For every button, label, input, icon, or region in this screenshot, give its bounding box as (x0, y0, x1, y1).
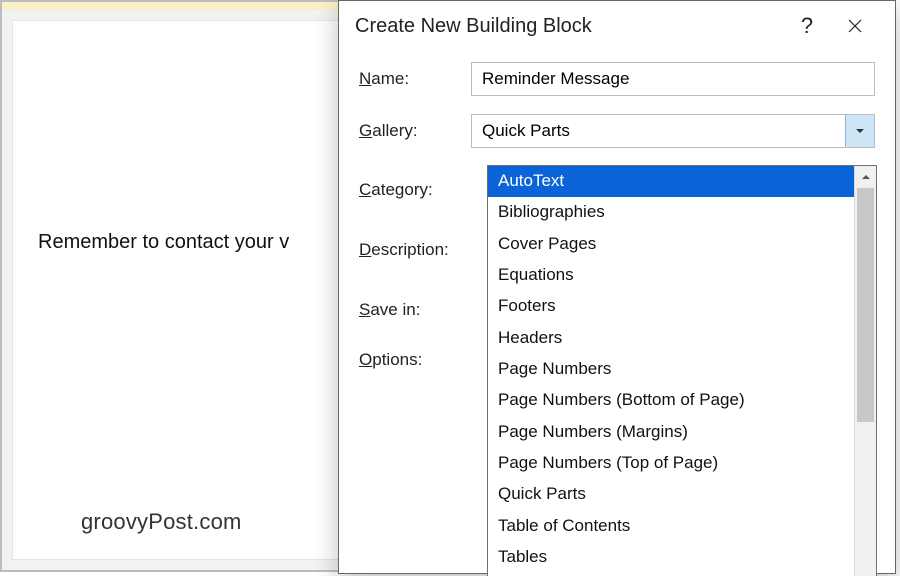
dropdown-scrollbar[interactable] (854, 166, 876, 576)
label-gallery: Gallery: (359, 121, 471, 141)
label-category: Category: (359, 180, 471, 200)
close-icon (847, 18, 863, 34)
gallery-dropdown-list: AutoTextBibliographiesCover PagesEquatio… (488, 166, 854, 576)
chevron-up-icon (861, 172, 871, 182)
row-name: Name: (359, 61, 875, 97)
gallery-option[interactable]: Equations (488, 260, 854, 291)
scrollbar-thumb[interactable] (857, 188, 874, 422)
gallery-option[interactable]: Page Numbers (Top of Page) (488, 448, 854, 479)
row-gallery: Gallery: Quick Parts (359, 113, 875, 149)
dialog-title: Create New Building Block (355, 15, 783, 38)
gallery-option[interactable]: Tables (488, 542, 854, 573)
close-button[interactable] (831, 6, 879, 46)
gallery-combobox-button[interactable] (845, 115, 874, 147)
gallery-option[interactable]: Cover Pages (488, 229, 854, 260)
scroll-up-button[interactable] (855, 166, 876, 188)
gallery-option[interactable]: Page Numbers (Margins) (488, 417, 854, 448)
create-building-block-dialog: Create New Building Block ? Name: Galler… (338, 0, 896, 574)
gallery-option[interactable]: Table of Contents (488, 511, 854, 542)
gallery-option[interactable]: Footers (488, 291, 854, 322)
dialog-titlebar: Create New Building Block ? (339, 1, 895, 51)
gallery-option[interactable]: Headers (488, 323, 854, 354)
name-input[interactable] (471, 62, 875, 96)
help-button[interactable]: ? (783, 6, 831, 46)
watermark-text: groovyPost.com (81, 509, 242, 535)
label-options: Options: (359, 350, 471, 370)
gallery-dropdown: AutoTextBibliographiesCover PagesEquatio… (487, 165, 877, 576)
document-body-text: Remember to contact your v (38, 231, 289, 254)
gallery-option[interactable]: Bibliographies (488, 197, 854, 228)
label-name: Name: (359, 69, 471, 89)
dialog-form: Name: Gallery: Quick Parts (339, 51, 895, 149)
gallery-option[interactable]: Page Numbers (Bottom of Page) (488, 385, 854, 416)
label-save-in: Save in: (359, 300, 471, 320)
chevron-down-icon (855, 126, 865, 136)
gallery-option[interactable]: Quick Parts (488, 479, 854, 510)
gallery-option[interactable]: Page Numbers (488, 354, 854, 385)
gallery-combobox-value: Quick Parts (472, 115, 845, 147)
gallery-combobox[interactable]: Quick Parts (471, 114, 875, 148)
gallery-option[interactable]: AutoText (488, 166, 854, 197)
scrollbar-track[interactable] (855, 188, 876, 576)
label-description: Description: (359, 240, 471, 260)
app-window: Remember to contact your v groovyPost.co… (0, 0, 896, 572)
